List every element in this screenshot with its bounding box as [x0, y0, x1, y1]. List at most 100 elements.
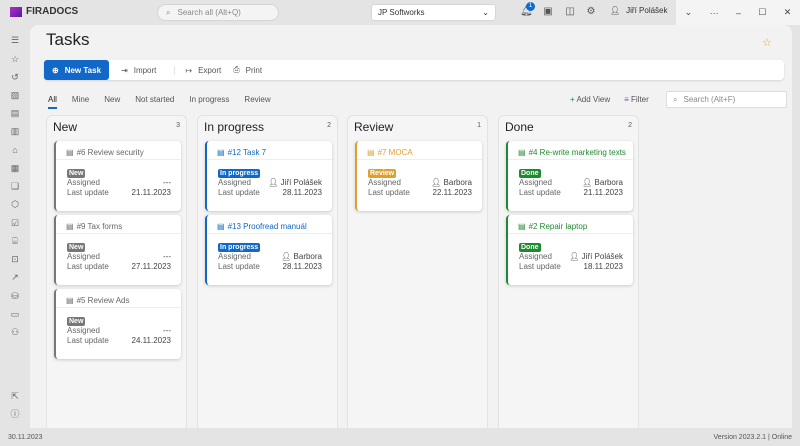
import-button[interactable]: ⇥ Import	[121, 66, 156, 75]
task-card[interactable]: ▤ #2 Repair laptop Done Assigned 👤︎ Jiří P…	[506, 215, 633, 285]
user-menu[interactable]: 👤︎ Jiří Polášek	[610, 6, 668, 15]
package-icon[interactable]: ⬡	[9, 198, 21, 210]
company-select[interactable]: JP Softworks ⌄	[371, 4, 496, 21]
task-card[interactable]: ▤ #7 MOCA Review Assigned 👤︎ Barbora Last …	[355, 141, 482, 211]
printer-icon: ⎙	[233, 65, 240, 74]
tab-not-started[interactable]: Not started	[135, 95, 174, 109]
last-update-label: Last update	[218, 262, 260, 271]
maximize-icon[interactable]: ☐	[758, 7, 766, 18]
last-update-value: 28.11.2023	[282, 262, 322, 271]
clipboard-icon: ▤	[217, 222, 225, 231]
task-title[interactable]: #7 MOCA	[378, 148, 413, 157]
minimize-icon[interactable]: –	[736, 8, 741, 18]
storage-icon[interactable]: ▥	[9, 125, 21, 137]
assigned-label: Assigned	[218, 178, 251, 187]
tab-new[interactable]: New	[104, 95, 120, 109]
new-task-button[interactable]: ⊕ New Task	[44, 60, 110, 80]
status-badge: New	[67, 317, 86, 326]
database-icon[interactable]: ⛁	[9, 290, 21, 302]
favorite-star-icon[interactable]: ☆	[762, 36, 772, 49]
assigned-label: Assigned	[67, 252, 100, 261]
board-search-input[interactable]: ⌕ Search (Alt+F)	[666, 91, 787, 108]
last-update-value: 24.11.2023	[131, 336, 171, 345]
last-update-label: Last update	[67, 262, 109, 271]
history-icon[interactable]: ↺	[9, 71, 21, 83]
gear-icon[interactable]: ⚙	[585, 6, 597, 18]
tab-review[interactable]: Review	[244, 95, 270, 109]
star-icon[interactable]: ☆	[9, 53, 21, 65]
task-card[interactable]: ▤ #12 Task 7 In progress Assigned 👤︎ Jiří …	[205, 141, 332, 211]
column-title: Review	[354, 120, 394, 134]
task-title[interactable]: #4 Re-write marketing texts	[529, 148, 626, 157]
status-badge: New	[67, 169, 86, 178]
clipboard-icon: ▤	[66, 148, 74, 157]
last-update-value: 27.11.2023	[131, 262, 171, 271]
briefcase-icon[interactable]: ⊡	[9, 253, 21, 265]
footer-date: 30.11.2023	[8, 433, 43, 441]
clipboard-icon: ▤	[518, 148, 526, 157]
task-card[interactable]: ▤ #13 Proofread manuál In progress Assign…	[205, 215, 332, 285]
inbox-icon[interactable]: ◫	[564, 6, 576, 18]
company-value: JP Softworks	[378, 8, 425, 17]
status-badge: Done	[519, 169, 541, 178]
chart-icon[interactable]: ↗	[9, 271, 21, 283]
assigned-label: Assigned	[519, 178, 552, 187]
column-title: Done	[505, 120, 534, 134]
assigned-value: Jiří Polášek	[581, 252, 623, 261]
task-title[interactable]: #12 Task 7	[228, 148, 267, 157]
global-search[interactable]: ⌕ Search all (Alt+Q)	[157, 4, 279, 21]
assigned-value: ---	[163, 252, 171, 261]
bank-icon[interactable]: ⌸	[9, 235, 21, 247]
task-card[interactable]: ▤ #9 Tax forms New Assigned --- Last updat…	[54, 215, 181, 285]
task-card[interactable]: ▤ #6 Review security New Assigned --- Last…	[54, 141, 181, 211]
task-card[interactable]: ▤ #4 Re-write marketing texts Done Assign…	[506, 141, 633, 211]
assigned-label: Assigned	[368, 178, 401, 187]
status-badge: New	[67, 243, 86, 252]
home-icon[interactable]: ⌂	[9, 144, 21, 156]
more-icon[interactable]: ···	[710, 8, 719, 18]
calendar-icon[interactable]: ▣	[542, 6, 554, 18]
window-controls: ⌄ ··· – ☐ ✕	[676, 0, 800, 25]
notification-badge: 1	[526, 2, 535, 11]
documents-icon[interactable]: ❏	[9, 180, 21, 192]
filter-icon: ≡	[624, 95, 629, 104]
export-icon[interactable]: ⇱	[9, 390, 21, 402]
search-icon: ⌕	[673, 94, 678, 104]
column-title: In progress	[204, 120, 265, 134]
close-icon[interactable]: ✕	[784, 7, 792, 18]
print-button[interactable]: ⎙ Print	[233, 65, 262, 75]
column-0: New 3 ▤ #6 Review security New Assigned --…	[46, 115, 187, 428]
archive-icon[interactable]: ▤	[9, 107, 21, 119]
calendar-icon[interactable]: ▭	[9, 308, 21, 320]
tab-all[interactable]: All	[48, 95, 57, 109]
tab-in-progress[interactable]: In progress	[189, 95, 229, 109]
users-icon[interactable]: ⚇	[9, 326, 21, 338]
task-title[interactable]: #6 Review security	[77, 148, 144, 157]
status-bar: 30.11.2023 Version 2023.2.1 | Online	[0, 428, 800, 446]
logo-mark-icon	[10, 6, 22, 17]
task-title[interactable]: #5 Review Ads	[77, 296, 130, 305]
tab-mine[interactable]: Mine	[72, 95, 89, 109]
export-button[interactable]: ↦ Export	[174, 65, 221, 75]
filter-button[interactable]: ≡ Filter	[624, 95, 649, 104]
board-search-placeholder: Search (Alt+F)	[683, 95, 736, 104]
status-badge: In progress	[218, 169, 261, 178]
menu-icon[interactable]: ☰	[9, 34, 21, 46]
task-title[interactable]: #13 Proofread manuál	[228, 222, 307, 231]
task-title[interactable]: #9 Tax forms	[77, 222, 123, 231]
assigned-label: Assigned	[218, 252, 251, 261]
task-card[interactable]: ▤ #5 Review Ads New Assigned --- Last upda…	[54, 289, 181, 359]
add-view-button[interactable]: + Add View	[570, 95, 610, 104]
help-icon[interactable]: ⓘ	[9, 408, 21, 420]
person-icon: 👤︎	[569, 252, 580, 261]
add-view-label: Add View	[576, 95, 611, 104]
person-icon: 👤︎	[268, 178, 279, 187]
contacts-icon[interactable]: ▦	[9, 162, 21, 174]
assigned-value: ---	[163, 178, 171, 187]
image-icon[interactable]: ▨	[9, 89, 21, 101]
task-title[interactable]: #2 Repair laptop	[529, 222, 588, 231]
tasks-icon[interactable]: ☑	[9, 217, 21, 229]
column-2: Review 1 ▤ #7 MOCA Review Assigned 👤︎ Barb…	[347, 115, 488, 428]
chevron-down-icon[interactable]: ⌄	[685, 7, 693, 18]
last-update-value: 18.11.2023	[583, 262, 623, 271]
